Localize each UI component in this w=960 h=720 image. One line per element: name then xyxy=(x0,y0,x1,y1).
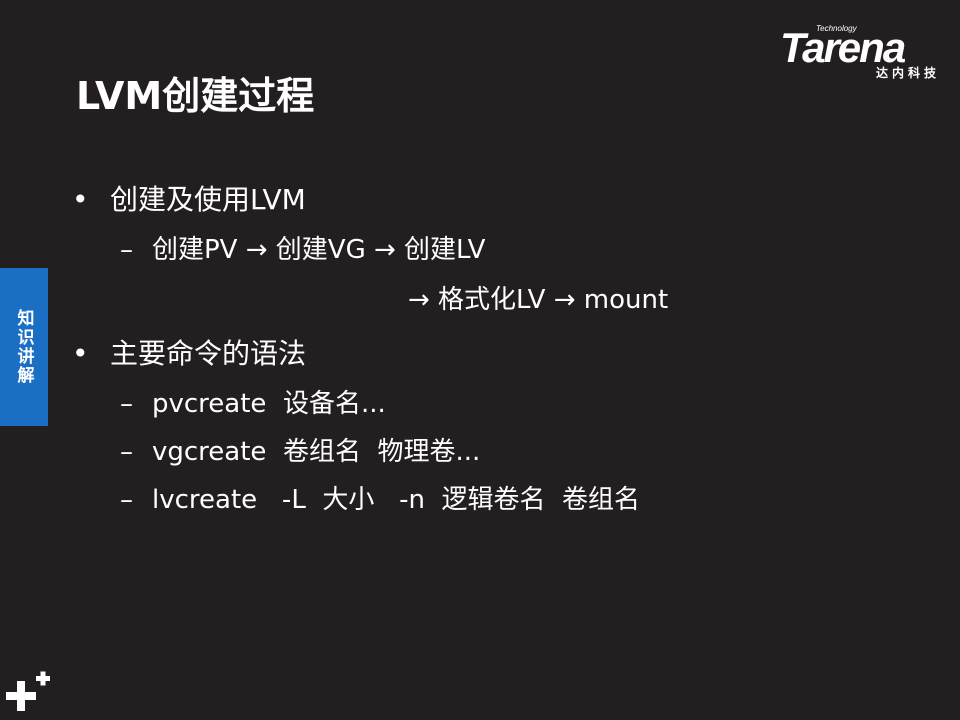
sub-bullet-text: vgcreate 卷组名 物理卷... xyxy=(152,437,481,467)
sub-bullet-text: lvcreate -L 大小 -n 逻辑卷名 卷组名 xyxy=(152,485,641,515)
bullet-text: 主要命令的语法 xyxy=(110,337,307,370)
bullet-marker: • xyxy=(72,183,89,216)
dash-marker: – xyxy=(120,437,133,467)
tarena-logo: Technology Tarena 达内科技 xyxy=(780,24,946,84)
slide-title: LVM创建过程 xyxy=(76,74,315,118)
logo-chinese-text: 达内科技 xyxy=(875,66,940,80)
dash-marker: – xyxy=(120,235,133,265)
bullet-marker: • xyxy=(72,337,89,370)
plus-icon xyxy=(6,671,50,711)
side-tab-label: 知识讲解 xyxy=(13,309,34,385)
sub-bullet-text: 创建PV → 创建VG → 创建LV xyxy=(152,235,486,265)
continuation-text: → 格式化LV → mount xyxy=(408,285,669,315)
sub-bullet-text: pvcreate 设备名... xyxy=(152,389,386,419)
bullet-text: 创建及使用LVM xyxy=(110,183,306,216)
dash-marker: – xyxy=(120,389,133,419)
dash-marker: – xyxy=(120,485,133,515)
side-tab: 知识讲解 xyxy=(0,268,48,426)
slide: Technology Tarena 达内科技 LVM创建过程 知识讲解 • 创建… xyxy=(0,0,960,720)
